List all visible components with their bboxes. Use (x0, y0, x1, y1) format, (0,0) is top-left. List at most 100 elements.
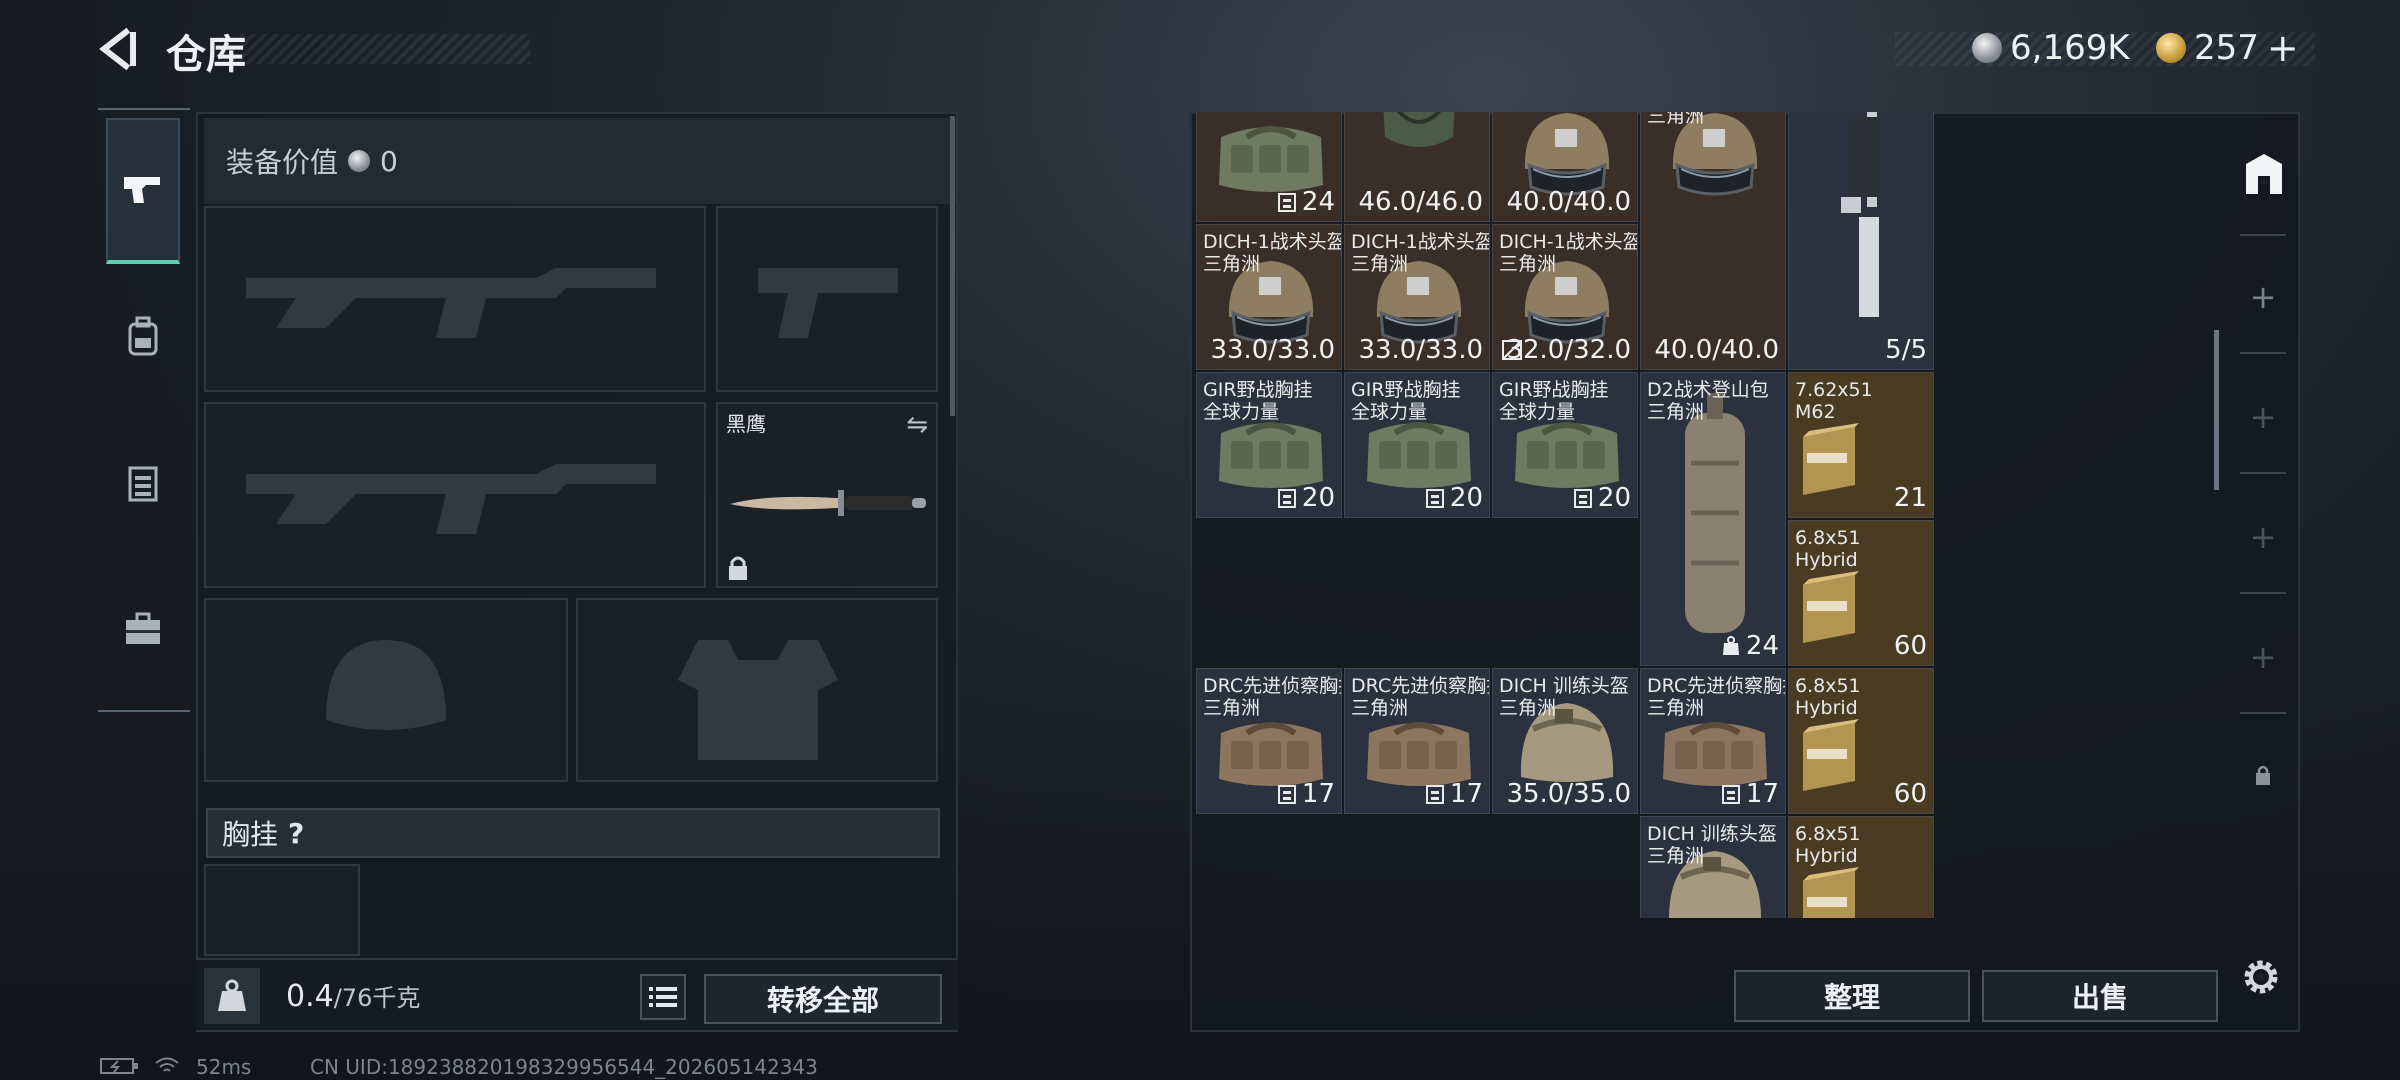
inventory-item[interactable]: DICH 训练头盔 三角洲 35.0/35.0 (1492, 668, 1638, 814)
inventory-item[interactable]: DRC先进侦察胸挂 三角洲 17 (1640, 668, 1786, 814)
item-name: DICH 训练头盔 三角洲 (1499, 675, 1629, 719)
item-title: 7.62x51 (1795, 379, 1873, 401)
tab-weapons[interactable] (106, 118, 180, 264)
sort-button[interactable]: 整理 (1734, 970, 1970, 1022)
item-subtitle: 三角洲 (1499, 253, 1557, 275)
silver-amount: 6,169K (2010, 28, 2130, 68)
inventory-item[interactable]: DRC先进侦察胸挂 三角洲 17 (1196, 668, 1342, 814)
inventory-item[interactable]: 46.0/46.0 (1344, 112, 1490, 222)
inventory-item[interactable]: D2战术登山包 三角洲 24 (1640, 372, 1786, 666)
inventory-item[interactable]: DICH-1战术头盔 三角洲 32.0/32.0 (1492, 224, 1638, 370)
inventory-item[interactable]: GIR野战胸挂 全球力量 20 (1492, 372, 1638, 518)
add-tab-button[interactable]: + (2226, 278, 2300, 316)
item-subtitle: 三角洲 (1647, 401, 1705, 423)
item-subtitle: Hybrid (1795, 697, 1858, 719)
help-icon[interactable]: ? (288, 817, 304, 850)
item-subtitle: 三角洲 (1499, 697, 1557, 719)
pistol-slot[interactable] (716, 206, 938, 392)
item-name: GIR野战胸挂 全球力量 (1499, 379, 1609, 423)
item-value-text: 40.0/40.0 (1654, 335, 1779, 365)
gold-add-button[interactable]: + (2267, 26, 2299, 70)
primary-weapon-slot[interactable] (204, 206, 706, 392)
inventory-item[interactable]: DICH-1战术头盔三角洲 40.0/40.0 (1640, 112, 1786, 370)
back-arrow-icon[interactable] (96, 24, 146, 74)
safe-box-icon[interactable] (2240, 150, 2288, 198)
melee-name: 黑鹰 (726, 412, 766, 436)
bag-capacity-icon (1722, 636, 1739, 655)
item-name: DICH-1战术头盔三角洲 (1351, 231, 1489, 275)
item-title: GIR野战胸挂 (1351, 379, 1461, 401)
inventory-item[interactable]: 6.8x51Hybrid60 (1788, 520, 1934, 666)
secondary-weapon-slot[interactable] (204, 402, 706, 588)
item-title: D2战术登山包 (1647, 379, 1769, 401)
item-value-text: 21 (1893, 483, 1927, 513)
rig-capacity-icon (1425, 489, 1444, 508)
item-subtitle: 全球力量 (1499, 401, 1576, 423)
item-name: DICH-1战术头盔三角洲 (1499, 231, 1637, 275)
rig-capacity-icon (1573, 489, 1592, 508)
add-tab-button[interactable]: + (2226, 518, 2300, 556)
pistol-silhouette (758, 268, 898, 338)
item-subtitle: 三角洲 (1351, 253, 1409, 275)
inventory-item[interactable]: DICH-1战术头盔 三角洲 33.0/33.0 (1344, 224, 1490, 370)
swap-icon[interactable]: ⇋ (906, 410, 928, 440)
item-title: DICH 训练头盔 (1647, 823, 1777, 845)
item-value-text: 17 (1449, 779, 1483, 809)
inventory-item[interactable]: DICH 训练头盔 三角洲 (1640, 816, 1786, 918)
inventory-item[interactable]: 40.0/40.0 (1492, 112, 1638, 222)
item-title: 6.8x51 (1795, 527, 1861, 549)
item-value: 33.0/33.0 (1210, 335, 1335, 365)
transfer-all-button[interactable]: 转移全部 (704, 974, 942, 1024)
inventory-item[interactable]: DICH-1战术头盔 三角洲 33.0/33.0 (1196, 224, 1342, 370)
gold-amount: 257 (2194, 28, 2259, 68)
item-value: 40.0/40.0 (1506, 187, 1631, 217)
system-status (100, 1056, 180, 1076)
item-value-text: 33.0/33.0 (1358, 335, 1483, 365)
item-subtitle: M62 (1795, 401, 1836, 423)
sell-button[interactable]: 出售 (1982, 970, 2218, 1022)
item-value-text: 17 (1301, 779, 1335, 809)
tab-backpack[interactable] (106, 264, 180, 410)
inventory-item[interactable]: 6.8x51Hybrid60 (1788, 668, 1934, 814)
inventory-item[interactable]: 7.62x51 M62 21 (1788, 372, 1934, 518)
wifi-icon (155, 1057, 179, 1072)
helmet-slot[interactable] (204, 598, 568, 782)
backpack-icon (128, 316, 158, 356)
list-view-button[interactable] (640, 974, 686, 1020)
armor-slot[interactable] (576, 598, 938, 782)
transfer-bar: 0.4/76千克 转移全部 (196, 958, 958, 1030)
list-icon (649, 987, 677, 1007)
inventory-item[interactable]: GIR野战胸挂 全球力量 20 (1196, 372, 1342, 518)
item-value-text: 32.0/32.0 (1506, 335, 1631, 365)
chest-rig-slot[interactable] (204, 864, 360, 956)
tab-toolbox[interactable] (106, 556, 180, 702)
item-name: GIR野战胸挂 全球力量 (1351, 379, 1461, 423)
gold-currency[interactable]: 257 + (2156, 26, 2299, 70)
inventory-item[interactable]: 5/5 (1788, 112, 1934, 370)
carry-weight: 0.4/76千克 (286, 978, 420, 1014)
inventory-item[interactable]: 24 (1196, 112, 1342, 222)
inventory-item[interactable]: DRC先进侦察胸挂 三角洲 17 (1344, 668, 1490, 814)
player-uid: CN UID:18923882019832995654​4_2026051423… (310, 1055, 818, 1079)
right-scrollbar[interactable] (2214, 330, 2219, 490)
add-tab-button[interactable]: + (2226, 398, 2300, 436)
knife-image (730, 490, 926, 516)
item-name: GIR野战胸挂 全球力量 (1203, 379, 1313, 423)
item-name: 6.8x51 Hybrid (1795, 675, 1861, 719)
item-value-text: 33.0/33.0 (1210, 335, 1335, 365)
melee-slot[interactable]: 黑鹰 ⇋ (716, 402, 938, 588)
add-tab-button[interactable]: + (2226, 638, 2300, 676)
item-title: GIR野战胸挂 (1203, 379, 1313, 401)
inventory-item[interactable]: GIR野战胸挂 全球力量 20 (1344, 372, 1490, 518)
rig-capacity-icon (1425, 785, 1444, 804)
tab-vest[interactable] (106, 410, 180, 556)
rig-capacity-icon (1277, 785, 1296, 804)
gear-icon[interactable] (2240, 956, 2282, 998)
inventory-item[interactable]: 6.8x51Hybrid60 (1788, 816, 1934, 918)
item-name: DICH-1战术头盔三角洲 (1647, 112, 1785, 127)
kg-weight-icon (204, 968, 260, 1024)
section-title: 胸挂 (222, 818, 279, 851)
page-title: 仓库 (166, 32, 246, 78)
item-value-text: 35.0/35.0 (1506, 779, 1631, 809)
left-scrollbar[interactable] (950, 116, 955, 416)
